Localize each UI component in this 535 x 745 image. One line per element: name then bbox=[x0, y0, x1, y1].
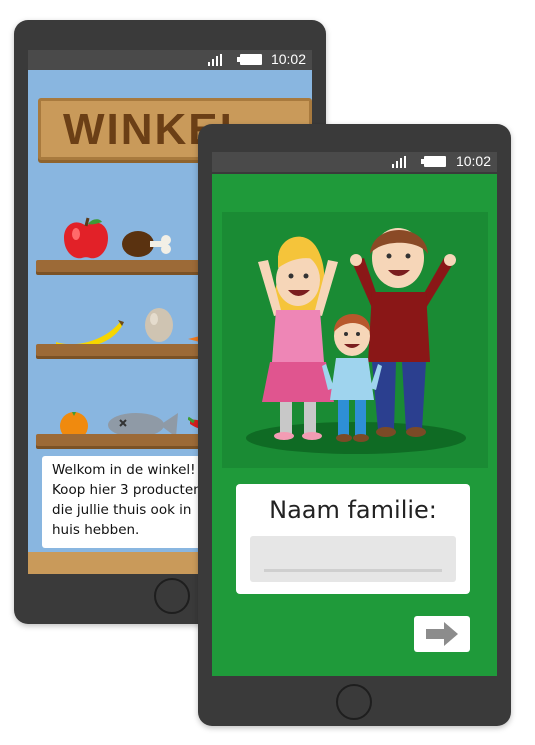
front-phone: 10:02 Naam familie: bbox=[198, 124, 511, 726]
girl-figure bbox=[258, 236, 338, 440]
back-status-bar: 10:02 bbox=[28, 50, 312, 70]
status-time: 10:02 bbox=[455, 153, 491, 169]
signal-icon bbox=[208, 54, 224, 66]
family-name-card: Naam familie: bbox=[236, 484, 470, 594]
home-button[interactable] bbox=[336, 684, 372, 720]
arrow-right-icon bbox=[426, 622, 458, 646]
welcome-line: huis hebben. bbox=[52, 522, 140, 538]
family-name-input[interactable] bbox=[250, 536, 456, 582]
next-button[interactable] bbox=[414, 616, 470, 652]
front-status-bar: 10:02 bbox=[212, 152, 497, 172]
family-name-label: Naam familie: bbox=[269, 496, 437, 524]
egg-icon[interactable] bbox=[144, 304, 174, 342]
battery-icon bbox=[421, 156, 446, 167]
apple-icon[interactable] bbox=[62, 216, 110, 262]
family-panel bbox=[222, 212, 488, 468]
drumstick-icon[interactable] bbox=[122, 228, 174, 260]
welcome-line: die jullie thuis ook in bbox=[52, 502, 192, 518]
battery-icon bbox=[237, 54, 262, 65]
status-time: 10:02 bbox=[270, 51, 306, 67]
welcome-line: Welkom in de winkel! bbox=[52, 462, 196, 478]
home-button[interactable] bbox=[154, 578, 190, 614]
family-screen: Naam familie: bbox=[212, 174, 497, 676]
welcome-line: Koop hier 3 producten bbox=[52, 482, 202, 498]
signal-icon bbox=[392, 156, 408, 168]
family-illustration bbox=[246, 228, 466, 454]
